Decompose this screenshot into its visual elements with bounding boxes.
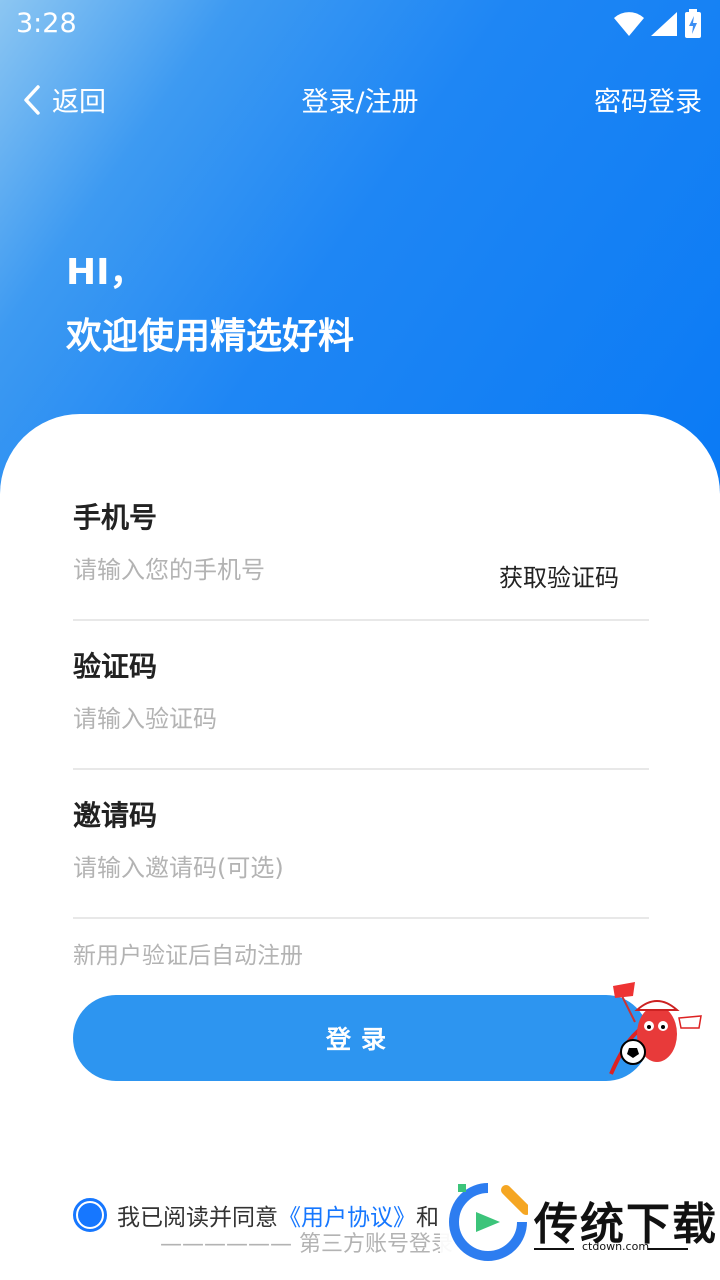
login-button[interactable]: 登录 — [73, 995, 649, 1081]
watermark-logo-icon — [449, 1183, 528, 1261]
code-label: 验证码 — [73, 650, 158, 683]
chevron-left-icon — [24, 84, 40, 115]
divider — [534, 1248, 574, 1250]
mascot-icon — [609, 982, 702, 1075]
divider — [648, 1248, 688, 1250]
status-time: 3:28 — [16, 8, 77, 39]
watermark: 传统下载 ctdown.com — [440, 1176, 720, 1280]
register-hint: 新用户验证后自动注册 — [73, 943, 303, 969]
greeting: HI， 欢迎使用精选好料 — [66, 248, 354, 362]
watermark-url: ctdown.com — [582, 1240, 650, 1253]
phone-input[interactable] — [73, 556, 473, 584]
status-bar: 3:28 — [0, 0, 720, 48]
phone-field: 手机号 获取验证码 — [73, 496, 649, 592]
agree-radio[interactable] — [73, 1198, 107, 1232]
login-card — [0, 414, 720, 1280]
code-input[interactable] — [73, 705, 473, 733]
radio-checked-dot — [78, 1203, 102, 1227]
code-field: 验证码 — [73, 645, 649, 733]
back-button[interactable]: 返回 — [22, 80, 106, 119]
password-login-link[interactable]: 密码登录 — [594, 80, 702, 119]
signal-icon — [651, 12, 677, 36]
invite-input[interactable] — [73, 854, 473, 882]
divider — [73, 917, 649, 919]
navbar: 返回 登录/注册 密码登录 — [0, 70, 720, 126]
invite-field: 邀请码 — [73, 794, 649, 882]
invite-label: 邀请码 — [73, 799, 158, 832]
divider — [73, 768, 649, 770]
phone-label: 手机号 — [73, 501, 158, 534]
back-label: 返回 — [52, 87, 106, 118]
third-party-login-label: —————— 第三方账号登录 — [160, 1232, 453, 1257]
wifi-icon — [614, 12, 644, 36]
divider — [73, 619, 649, 621]
greeting-hi: HI， — [66, 252, 146, 293]
greeting-welcome: 欢迎使用精选好料 — [66, 316, 355, 357]
get-code-button[interactable]: 获取验证码 — [499, 558, 619, 593]
status-icons — [614, 8, 702, 40]
battery-icon — [685, 9, 701, 38]
